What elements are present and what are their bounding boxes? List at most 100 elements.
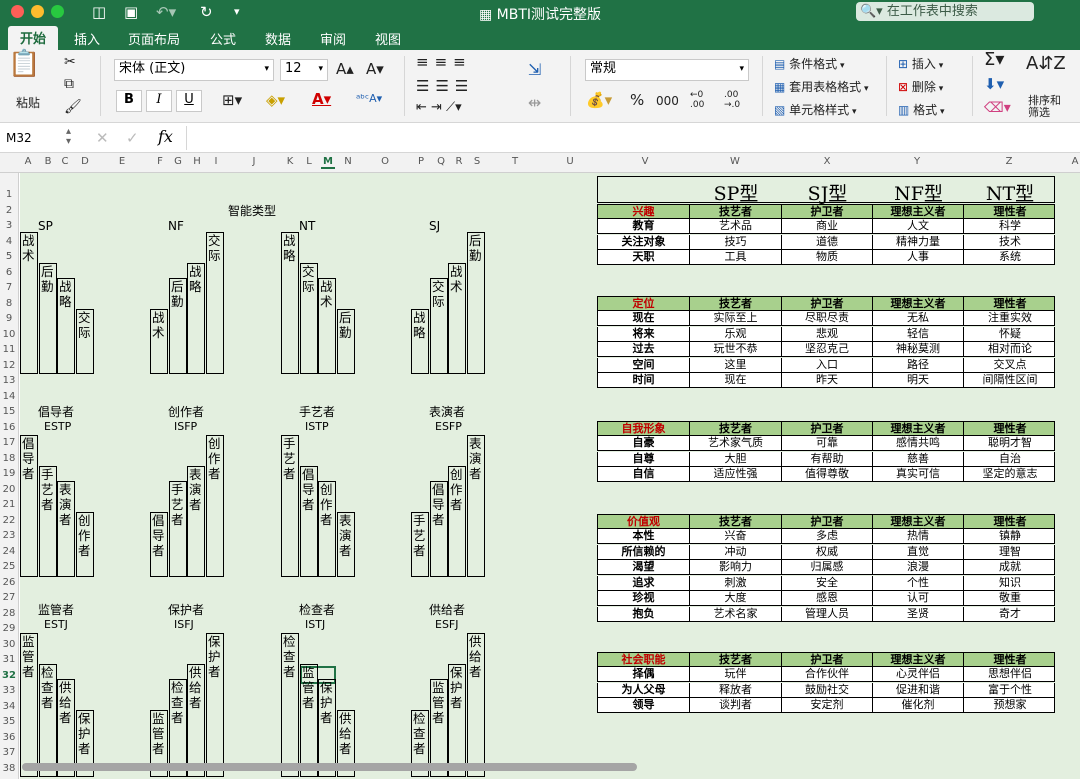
row-header[interactable]: 15: [0, 406, 18, 417]
row-header[interactable]: 7: [0, 282, 18, 293]
font-name-select[interactable]: 宋体 (正文) ▾: [114, 59, 274, 81]
column-header[interactable]: M: [321, 156, 335, 169]
indent-icons[interactable]: ⇤ ⇥ ⟋▾: [416, 100, 462, 116]
row-header[interactable]: 17: [0, 437, 18, 448]
column-header[interactable]: Y: [910, 156, 924, 167]
row-header[interactable]: 35: [0, 716, 18, 727]
thousands-separator-button[interactable]: 000: [656, 93, 679, 109]
row-header[interactable]: 1: [0, 189, 18, 200]
bold-button[interactable]: B: [116, 90, 142, 112]
column-header[interactable]: V: [638, 156, 652, 167]
row-header[interactable]: 27: [0, 592, 18, 603]
horizontal-scrollbar[interactable]: [22, 763, 637, 771]
column-header[interactable]: A: [1068, 156, 1080, 167]
row-header[interactable]: 12: [0, 360, 18, 371]
phonetic-icon[interactable]: ᵃᵇᶜA▾: [356, 91, 382, 107]
column-header[interactable]: U: [563, 156, 577, 167]
tab-6[interactable]: 视图: [375, 29, 401, 48]
column-header[interactable]: J: [247, 156, 261, 167]
tab-5[interactable]: 审阅: [320, 29, 346, 48]
horizontal-align-icons[interactable]: ☰☰☰: [416, 78, 474, 94]
column-header[interactable]: H: [190, 156, 204, 167]
column-header[interactable]: W: [728, 156, 742, 167]
column-header[interactable]: F: [153, 156, 167, 167]
row-header[interactable]: 37: [0, 747, 18, 758]
borders-icon[interactable]: ⊞▾: [222, 92, 242, 108]
row-header[interactable]: 6: [0, 267, 18, 278]
row-header[interactable]: 34: [0, 701, 18, 712]
row-header[interactable]: 13: [0, 375, 18, 386]
tab-0[interactable]: 开始: [8, 26, 59, 50]
font-size-select[interactable]: 12 ▾: [280, 59, 328, 81]
column-header[interactable]: L: [302, 156, 316, 167]
format-painter-icon[interactable]: 🖌: [64, 99, 82, 115]
increase-decimal-icon[interactable]: ←0.00: [690, 90, 704, 110]
paste-icon[interactable]: 📋: [8, 51, 40, 77]
worksheet-grid[interactable]: 智能类型 SP NF NT SJ 倡导者 ESTP 创作者 ISFP 手艺者 ISTP 表演者 ESF…: [20, 173, 1080, 779]
formula-input[interactable]: [186, 126, 1076, 150]
sheet-search-input[interactable]: 🔍▾ 在工作表中搜索: [856, 2, 1034, 21]
column-header[interactable]: B: [41, 156, 55, 167]
accounting-format-icon[interactable]: 💰▾: [586, 92, 612, 108]
cut-icon[interactable]: ✂: [64, 54, 76, 70]
name-box[interactable]: M32: [6, 131, 32, 145]
vertical-align-icons[interactable]: ≡≡≡: [416, 54, 472, 70]
column-header[interactable]: Q: [434, 156, 448, 167]
insert-function-button[interactable]: fx: [158, 127, 173, 146]
row-header[interactable]: 32: [0, 670, 18, 681]
row-header[interactable]: 28: [0, 608, 18, 619]
number-format-select[interactable]: 常规 ▾: [585, 59, 749, 81]
column-header[interactable]: K: [283, 156, 297, 167]
tab-2[interactable]: 页面布局: [128, 29, 180, 48]
confirm-formula-icon[interactable]: ✓: [126, 129, 139, 147]
row-header[interactable]: 38: [0, 763, 18, 774]
delete-cells-button[interactable]: ⊠ 删除 ▾: [898, 79, 943, 97]
format-as-table-button[interactable]: ▦ 套用表格格式 ▾: [774, 79, 869, 97]
column-header[interactable]: T: [508, 156, 522, 167]
column-header[interactable]: R: [452, 156, 466, 167]
tab-1[interactable]: 插入: [74, 29, 100, 48]
autosum-icon[interactable]: Σ▾: [984, 51, 1004, 69]
row-header[interactable]: 23: [0, 530, 18, 541]
column-header[interactable]: Z: [1002, 156, 1016, 167]
fill-color-icon[interactable]: ◈▾: [266, 92, 285, 108]
cancel-formula-icon[interactable]: ✕: [96, 129, 109, 147]
row-header[interactable]: 20: [0, 484, 18, 495]
decrease-decimal-icon[interactable]: .00 →.0: [724, 90, 740, 110]
wrap-text-icon[interactable]: ⇲: [528, 62, 541, 78]
merge-center-icon[interactable]: ⇹: [528, 95, 541, 111]
row-header[interactable]: 18: [0, 453, 18, 464]
column-header[interactable]: E: [115, 156, 129, 167]
column-header[interactable]: I: [209, 156, 223, 167]
column-header[interactable]: G: [171, 156, 185, 167]
row-header[interactable]: 22: [0, 515, 18, 526]
column-header[interactable]: P: [414, 156, 428, 167]
sort-filter-icon[interactable]: A⇵Z: [1026, 55, 1066, 73]
tab-3[interactable]: 公式: [210, 29, 236, 48]
row-header[interactable]: 31: [0, 654, 18, 665]
row-header[interactable]: 26: [0, 577, 18, 588]
fill-icon[interactable]: ⬇▾: [984, 76, 1004, 92]
italic-button[interactable]: I: [146, 90, 172, 112]
grow-font-icon[interactable]: A▴: [336, 61, 354, 77]
row-header[interactable]: 30: [0, 639, 18, 650]
row-header[interactable]: 24: [0, 546, 18, 557]
column-header[interactable]: N: [341, 156, 355, 167]
format-cells-button[interactable]: ▥ 格式 ▾: [898, 102, 945, 120]
cell-styles-button[interactable]: ▧ 单元格样式 ▾: [774, 102, 857, 120]
column-header[interactable]: D: [78, 156, 92, 167]
row-header[interactable]: 29: [0, 623, 18, 634]
underline-button[interactable]: U: [176, 90, 202, 112]
clear-icon[interactable]: ⌫▾: [984, 100, 1011, 116]
column-header[interactable]: O: [378, 156, 392, 167]
font-color-icon[interactable]: A▾: [312, 91, 331, 107]
row-header[interactable]: 5: [0, 251, 18, 262]
column-header[interactable]: C: [58, 156, 72, 167]
row-header[interactable]: 10: [0, 329, 18, 340]
row-header[interactable]: 8: [0, 298, 18, 309]
column-header[interactable]: A: [21, 156, 35, 167]
row-header[interactable]: 3: [0, 220, 18, 231]
column-header[interactable]: S: [470, 156, 484, 167]
row-header[interactable]: 25: [0, 561, 18, 572]
row-header[interactable]: 4: [0, 236, 18, 247]
